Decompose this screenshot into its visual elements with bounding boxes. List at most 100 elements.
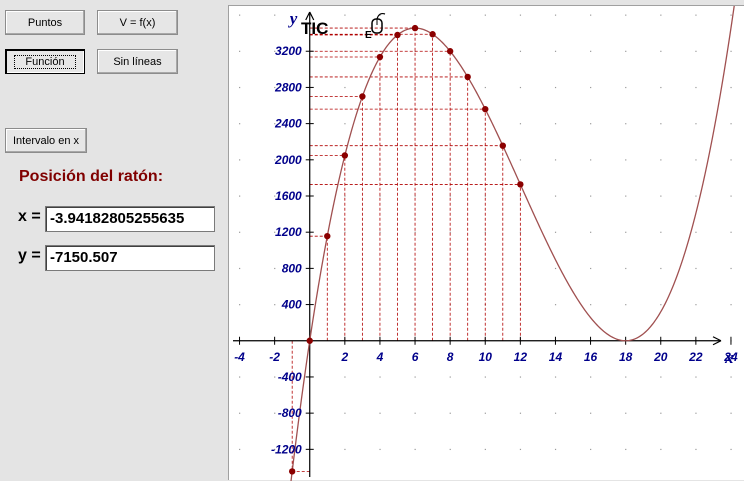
- data-point: [446, 48, 454, 55]
- x-value-field[interactable]: -3.94182805255635: [45, 206, 215, 232]
- axes: [233, 11, 732, 477]
- grid-dot: [730, 195, 732, 197]
- grid-dot: [660, 195, 662, 197]
- data-point: [341, 152, 349, 159]
- grid-dot: [590, 304, 592, 306]
- grid-dot: [274, 376, 276, 378]
- grid-dot: [590, 376, 592, 378]
- grid-dot: [554, 448, 557, 451]
- grid-dot: [695, 86, 697, 89]
- puntos-button[interactable]: Puntos: [5, 10, 85, 35]
- plot-panel[interactable]: -4 -2 2 4 6 8 10 12 14 16 18 20 22 24 -1200 -800 -400 400…: [228, 5, 744, 481]
- grid-dot: [484, 50, 486, 52]
- grid-dot: [449, 231, 451, 233]
- grid-dot: [554, 159, 557, 161]
- grid-dot: [414, 231, 416, 233]
- logo-sub: E: [365, 30, 372, 41]
- x-tick-label: 16: [584, 350, 598, 364]
- y-tick-label: 800: [282, 261, 302, 275]
- x-label: x =: [18, 208, 41, 225]
- grid-dot: [519, 159, 522, 161]
- y-value-field[interactable]: -7150.507: [45, 245, 215, 271]
- sin-lineas-button[interactable]: Sin líneas: [97, 49, 178, 74]
- grid-dot: [554, 376, 557, 378]
- grid-dot: [660, 50, 662, 52]
- grid-dot: [625, 304, 627, 306]
- grid-dot: [660, 159, 662, 161]
- v-fx-button[interactable]: V = f(x): [97, 10, 178, 35]
- y-tick-label: 1600: [275, 189, 302, 203]
- grid-dot: [484, 412, 486, 414]
- grid-dot: [695, 195, 697, 197]
- grid-dot: [695, 412, 697, 414]
- grid-dot: [730, 304, 732, 306]
- y-tick-label: 1200: [275, 225, 302, 239]
- grid-dot: [660, 412, 662, 414]
- data-point: [394, 31, 401, 39]
- mouse-position-title: Posición del ratón:: [19, 168, 164, 185]
- grid-dot: [590, 14, 592, 16]
- grid-dot: [344, 86, 346, 89]
- grid-dot: [449, 448, 451, 451]
- data-point: [482, 105, 489, 113]
- x-axis-name: x: [724, 348, 734, 367]
- grid-dot: [239, 376, 241, 378]
- grid-dot: [554, 304, 557, 306]
- grid-dot: [625, 14, 627, 16]
- grid-dot: [554, 50, 557, 52]
- grid-dot: [695, 159, 697, 161]
- y-tick-label: 2400: [274, 117, 302, 131]
- grid-dot: [660, 86, 662, 89]
- grid-dot: [660, 376, 662, 378]
- guide-lines: [291, 27, 521, 472]
- grid-dot: [239, 448, 241, 451]
- grid-dot: [625, 267, 627, 270]
- data-point: [324, 232, 331, 240]
- grid-dot: [625, 159, 627, 161]
- grid-dot: [590, 50, 592, 52]
- grid-dot: [660, 304, 662, 306]
- data-point: [411, 24, 419, 32]
- y-tick-label: 2800: [274, 80, 302, 94]
- grid-dot: [344, 231, 346, 233]
- grid-dot: [239, 86, 241, 89]
- logo-text: TIC: [301, 19, 328, 38]
- grid-dot: [239, 195, 241, 197]
- grid-dot: [695, 304, 697, 306]
- data-point: [499, 142, 506, 149]
- grid-dot: [625, 231, 627, 233]
- y-tick-label: 400: [281, 298, 302, 312]
- grid-dot: [414, 448, 416, 451]
- grid-dot: [590, 412, 592, 414]
- grid-dot: [379, 412, 381, 414]
- x-tick-label: 14: [549, 350, 563, 364]
- grid-dot: [344, 412, 346, 414]
- grid-dot: [590, 159, 592, 161]
- grid-dot: [484, 14, 486, 16]
- grid-dot: [625, 86, 627, 89]
- intervalo-en-x-button[interactable]: Intervalo en x: [5, 128, 87, 153]
- grid-dot: [519, 123, 522, 125]
- grid-dot: [239, 412, 241, 414]
- grid-dot: [519, 412, 522, 414]
- data-point: [517, 181, 524, 188]
- y-tick-label: -800: [278, 406, 302, 420]
- data-point: [429, 31, 436, 38]
- data-point: [464, 73, 471, 81]
- grid-dot: [554, 195, 557, 197]
- grid-dot: [590, 195, 592, 197]
- grid-dot: [449, 14, 451, 16]
- x-tick-label: 18: [619, 350, 633, 364]
- grid-dot: [519, 14, 522, 16]
- grid-dot: [625, 448, 627, 451]
- grid-dot: [239, 304, 241, 306]
- grid-dot: [379, 376, 381, 378]
- grid-dot: [730, 376, 732, 378]
- grid-dot: [414, 376, 416, 378]
- funcion-button[interactable]: Función: [5, 49, 85, 74]
- function-plot[interactable]: -4 -2 2 4 6 8 10 12 14 16 18 20 22 24-1200-800-400400…: [229, 6, 744, 481]
- x-tick-label: 6: [412, 350, 419, 364]
- data-point: [359, 93, 366, 100]
- grid-dot: [695, 50, 697, 52]
- grid-dot: [239, 123, 241, 125]
